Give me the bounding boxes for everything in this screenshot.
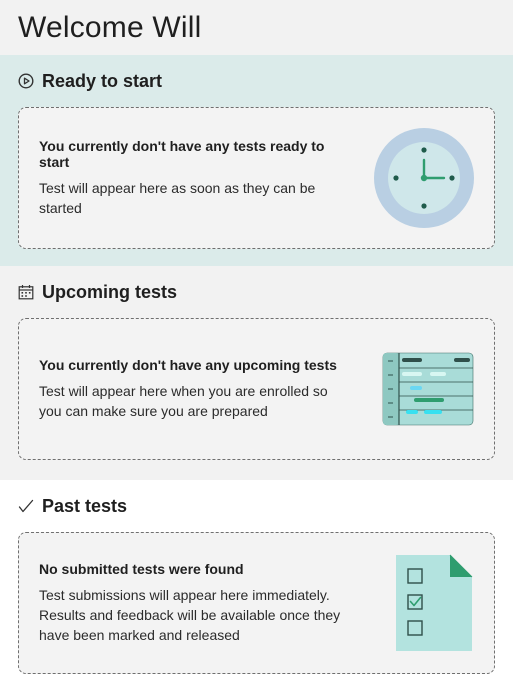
- past-section: Past tests No submitted tests were found…: [0, 480, 513, 693]
- ready-card-description: Test will appear here as soon as they ca…: [39, 180, 316, 216]
- welcome-header: Welcome Will: [0, 0, 513, 55]
- calendar-icon: [18, 284, 34, 300]
- ready-section-header: Ready to start: [18, 55, 495, 107]
- past-heading: Past tests: [42, 495, 128, 516]
- upcoming-empty-card: You currently don't have any upcoming te…: [18, 318, 495, 460]
- ready-section: Ready to start You currently don't have …: [0, 55, 513, 266]
- upcoming-section: Upcoming tests You currently don't have …: [0, 266, 513, 480]
- checkmark-icon: [18, 498, 34, 514]
- upcoming-heading: Upcoming tests: [42, 281, 178, 302]
- checklist-document-illustration: [394, 553, 474, 653]
- upcoming-card-title: You currently don't have any upcoming te…: [39, 357, 337, 373]
- schedule-illustration: [382, 352, 474, 426]
- past-section-header: Past tests: [18, 480, 495, 532]
- past-card-title: No submitted tests were found: [39, 561, 244, 577]
- past-card-description: Test submissions will appear here immedi…: [39, 587, 341, 643]
- upcoming-card-description: Test will appear here when you are enrol…: [39, 383, 328, 419]
- play-circle-icon: [18, 73, 34, 89]
- clock-illustration: [374, 128, 474, 228]
- past-card-text: No submitted tests were found Test submi…: [39, 561, 354, 645]
- upcoming-card-text: You currently don't have any upcoming te…: [39, 357, 354, 421]
- page-title: Welcome Will: [18, 10, 202, 44]
- ready-card-text: You currently don't have any tests ready…: [39, 138, 354, 218]
- upcoming-section-header: Upcoming tests: [18, 266, 495, 318]
- ready-heading: Ready to start: [42, 70, 163, 91]
- ready-empty-card: You currently don't have any tests ready…: [18, 107, 495, 249]
- dashboard-page: Welcome Will Ready to start You currentl…: [0, 0, 513, 693]
- past-empty-card: No submitted tests were found Test submi…: [18, 532, 495, 674]
- ready-card-title: You currently don't have any tests ready…: [39, 138, 325, 170]
